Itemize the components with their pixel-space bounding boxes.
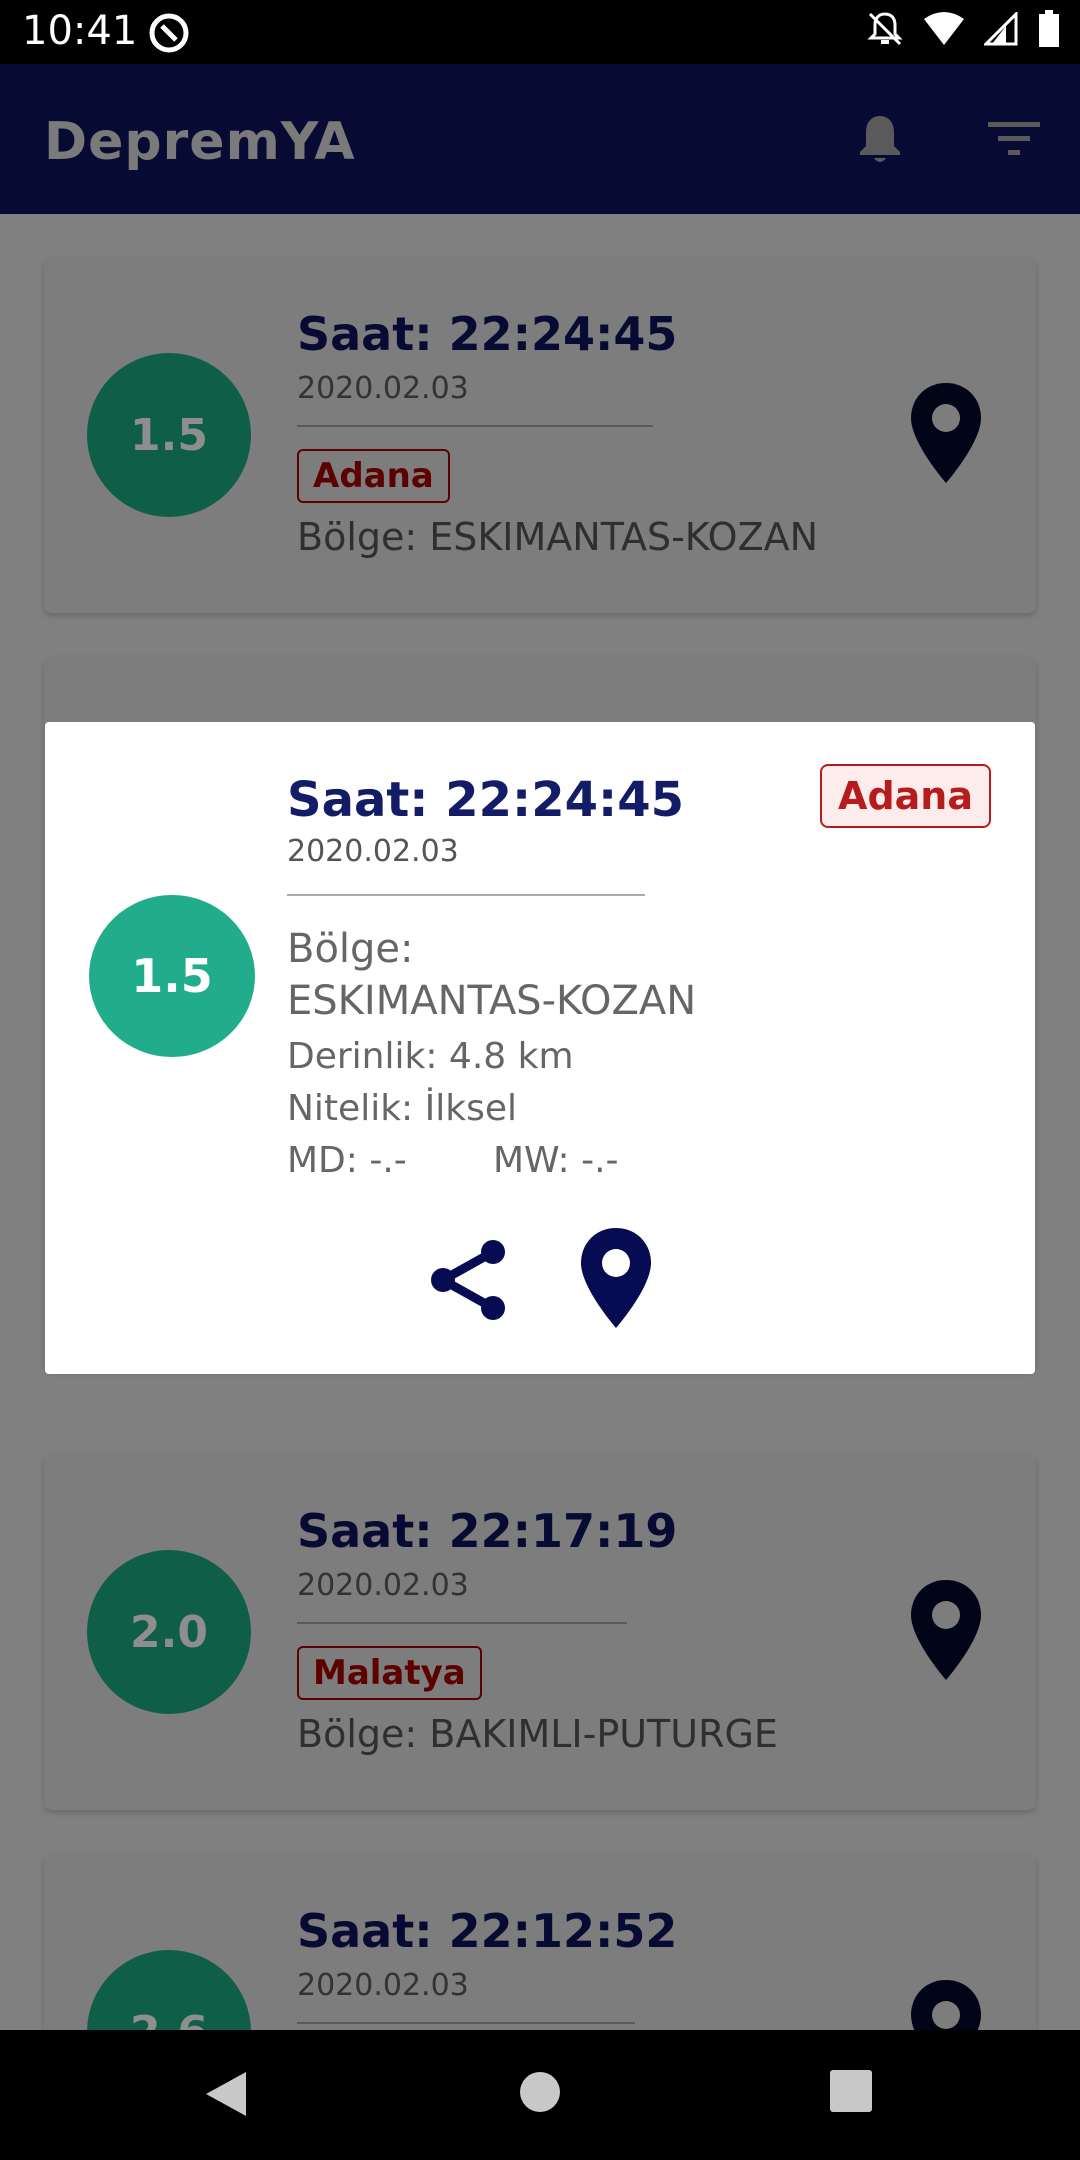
- card-time: Saat: 22:17:19: [297, 1504, 678, 1558]
- bell-off-icon: [867, 12, 903, 46]
- map-pin-icon[interactable]: [908, 381, 984, 485]
- app-bar: DepremYA: [0, 64, 1080, 214]
- bell-icon[interactable]: [852, 112, 908, 168]
- divider: [297, 425, 653, 427]
- region-value: ESKIMANTAS-KOZAN: [287, 978, 697, 1024]
- divider: [297, 2022, 635, 2024]
- city-badge: Adana: [820, 764, 991, 828]
- recents-icon[interactable]: [830, 2070, 872, 2112]
- region-label: Bölge:: [287, 926, 414, 972]
- card-date: 2020.02.03: [297, 371, 469, 406]
- mw-value: MW: -.-: [493, 1140, 619, 1181]
- card-region: Bölge: BAKIMLI-PUTURGE: [297, 1712, 778, 1756]
- city-badge: Adana: [297, 449, 450, 503]
- card-date: 2020.02.03: [297, 1568, 469, 1603]
- magnitude-badge: 2.0: [87, 1550, 251, 1714]
- status-bar: 10:41: [0, 0, 1080, 64]
- filter-icon[interactable]: [986, 112, 1042, 168]
- card-date: 2020.02.03: [297, 1968, 469, 2003]
- share-icon[interactable]: [423, 1234, 513, 1324]
- at-sign-icon: [149, 13, 189, 53]
- earthquake-card[interactable]: 2.6 Saat: 22:12:52 2020.02.03: [44, 1854, 1036, 2030]
- card-time: Saat: 22:24:45: [297, 307, 678, 361]
- status-icons: [866, 10, 1060, 48]
- map-pin-icon[interactable]: [579, 1226, 653, 1330]
- map-pin-icon[interactable]: [908, 1578, 984, 1682]
- status-time: 10:41: [22, 8, 138, 54]
- map-pin-icon[interactable]: [908, 1978, 984, 2030]
- signal-icon: [984, 12, 1018, 46]
- magnitude-badge: 1.5: [89, 895, 255, 1057]
- earthquake-card[interactable]: 2.0 Saat: 22:17:19 2020.02.03 Malatya Bö…: [44, 1454, 1036, 1810]
- magnitude-badge: 1.5: [87, 353, 251, 517]
- city-badge: Malatya: [297, 1646, 482, 1700]
- back-icon[interactable]: [204, 2070, 248, 2118]
- wifi-icon: [924, 12, 964, 45]
- nitelik-value: Nitelik: İlksel: [287, 1088, 517, 1129]
- depth-value: Derinlik: 4.8 km: [287, 1036, 574, 1077]
- divider: [297, 1622, 627, 1624]
- divider: [287, 894, 645, 896]
- card-region: Bölge: ESKIMANTAS-KOZAN: [297, 515, 819, 559]
- magnitude-badge: 2.6: [87, 1950, 251, 2030]
- dialog-date: 2020.02.03: [287, 834, 459, 869]
- card-time: Saat: 22:12:52: [297, 1904, 678, 1958]
- earthquake-card[interactable]: 1.5 Saat: 22:24:45 2020.02.03 Adana Bölg…: [44, 257, 1036, 613]
- home-icon[interactable]: [518, 2070, 562, 2114]
- navigation-bar: [0, 2030, 1080, 2160]
- battery-icon: [1039, 10, 1059, 47]
- app-title: DepremYA: [44, 112, 356, 172]
- earthquake-detail-dialog: 1.5 Saat: 22:24:45 2020.02.03 Adana Bölg…: [45, 722, 1035, 1374]
- md-value: MD: -.-: [287, 1140, 407, 1181]
- dialog-time: Saat: 22:24:45: [287, 772, 684, 828]
